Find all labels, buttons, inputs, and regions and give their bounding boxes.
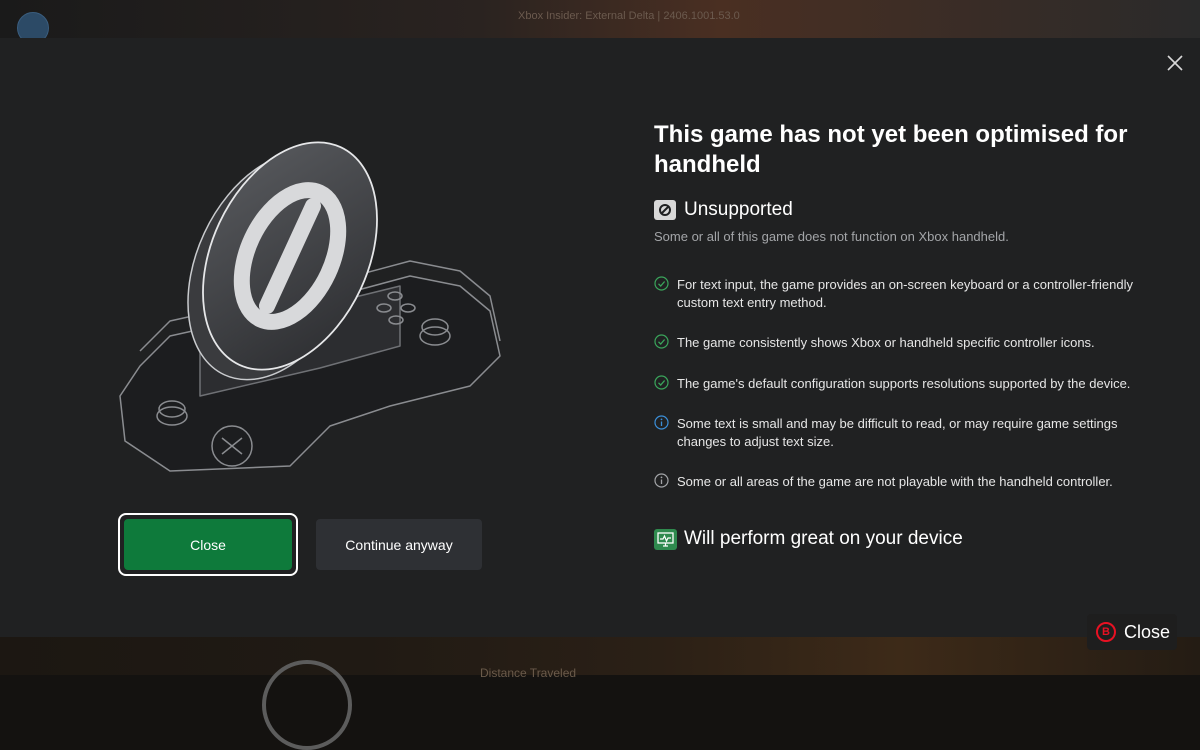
close-button-focus-ring: Close: [118, 513, 298, 576]
criteria-text: The game's default configuration support…: [677, 376, 1131, 391]
performance-icon: [654, 528, 677, 550]
info-circle-icon: [654, 415, 669, 430]
dialog-title: This game has not yet been optimised for…: [654, 121, 1128, 178]
list-item: Some text is small and may be difficult …: [654, 415, 1154, 451]
status-description: Some or all of this game does not functi…: [654, 229, 1009, 244]
controller-close-hint[interactable]: B Close: [1087, 614, 1177, 650]
background-progress-ring: [262, 660, 352, 750]
continue-anyway-button[interactable]: Continue anyway: [316, 519, 482, 570]
criteria-text: Some or all areas of the game are not pl…: [677, 474, 1113, 489]
criteria-text: The game consistently shows Xbox or hand…: [677, 335, 1095, 350]
info-circle-icon: [654, 473, 669, 488]
list-item: The game consistently shows Xbox or hand…: [654, 334, 1154, 352]
list-item: Some or all areas of the game are not pl…: [654, 473, 1154, 491]
compatibility-dialog: This game has not yet been optimised for…: [0, 38, 1200, 637]
performance-label: Will perform great on your device: [684, 528, 963, 549]
performance-row: Will perform great on your device: [654, 528, 963, 550]
list-item: For text input, the game provides an on-…: [654, 276, 1154, 312]
status-row: Unsupported: [654, 199, 793, 221]
hint-label: Close: [1124, 621, 1171, 642]
background-content: [0, 637, 1200, 675]
check-circle-icon: [654, 375, 669, 390]
handheld-unsupported-illustration: [110, 96, 510, 476]
status-label: Unsupported: [684, 199, 793, 220]
unsupported-icon: [654, 200, 676, 220]
background-stat-label: Distance Traveled: [480, 666, 577, 680]
check-circle-icon: [654, 276, 669, 291]
background-header-text: Xbox Insider: External Delta | 2406.1001…: [518, 10, 740, 22]
criteria-text: For text input, the game provides an on-…: [677, 277, 1133, 310]
check-circle-icon: [654, 334, 669, 349]
close-icon[interactable]: [1163, 51, 1187, 75]
list-item: The game's default configuration support…: [654, 375, 1154, 393]
b-button-icon: B: [1096, 622, 1116, 642]
criteria-text: Some text is small and may be difficult …: [677, 416, 1118, 449]
close-button[interactable]: Close: [124, 519, 292, 570]
